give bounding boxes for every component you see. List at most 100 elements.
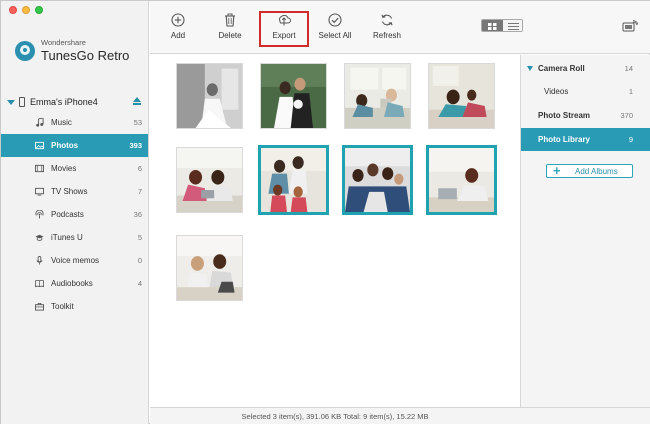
- sidebar-item-music[interactable]: Music 53: [1, 111, 148, 134]
- photo-image: [261, 148, 326, 212]
- status-text: Selected 3 item(s), 391.06 KB Total: 9 i…: [241, 412, 429, 421]
- sidebar-item-voice-memos[interactable]: Voice memos 0: [1, 249, 148, 272]
- brand-company: Wondershare: [41, 38, 86, 47]
- sidebar-item-label: Toolkit: [51, 302, 74, 311]
- microphone-icon: [36, 256, 43, 265]
- sidebar-item-label: Photos: [51, 141, 79, 150]
- export-button[interactable]: Export: [262, 13, 306, 40]
- photo-image: [177, 236, 242, 300]
- photo-icon: [35, 141, 44, 150]
- wifi-connect-icon[interactable]: [622, 20, 638, 32]
- album-label: Camera Roll: [538, 64, 585, 73]
- photo-image: [429, 148, 494, 212]
- sidebar-item-count: 6: [137, 164, 142, 173]
- eject-icon[interactable]: [133, 97, 141, 105]
- sidebar-item-label: TV Shows: [51, 187, 88, 196]
- delete-label: Delete: [218, 31, 242, 40]
- photo-thumbnail-selected[interactable]: [426, 145, 497, 215]
- sidebar-item-podcasts[interactable]: Podcasts 36: [1, 203, 148, 226]
- refresh-label: Refresh: [372, 31, 401, 40]
- refresh-button[interactable]: Refresh: [365, 13, 409, 40]
- sidebar-item-label: Audiobooks: [51, 279, 93, 288]
- tv-icon: [35, 187, 44, 196]
- album-count: 9: [628, 135, 633, 144]
- grid-view-button[interactable]: [482, 20, 503, 31]
- grid-icon: [488, 23, 497, 30]
- sidebar: Wondershare TunesGo Retro Emma's iPhone4…: [1, 1, 149, 424]
- album-label: Photo Stream: [538, 111, 591, 120]
- minimize-window-button[interactable]: [22, 6, 30, 14]
- album-photo-library[interactable]: Photo Library 9: [521, 128, 650, 151]
- photo-image: [261, 64, 326, 128]
- expand-arrow-icon[interactable]: [527, 66, 533, 71]
- toolkit-icon: [35, 302, 44, 311]
- add-button[interactable]: Add: [156, 13, 200, 40]
- device-name: Emma's iPhone4: [30, 97, 98, 107]
- music-note-icon: [36, 118, 44, 127]
- zoom-window-button[interactable]: [35, 6, 43, 14]
- select-all-button[interactable]: Select All: [313, 13, 357, 40]
- sidebar-item-count: 36: [133, 210, 142, 219]
- photo-thumbnail[interactable]: [176, 147, 243, 213]
- sidebar-item-photos[interactable]: Photos 393: [1, 134, 148, 157]
- sidebar-item-label: Music: [51, 118, 72, 127]
- sidebar-item-label: Voice memos: [51, 256, 100, 265]
- photo-thumbnail[interactable]: [176, 235, 243, 301]
- app-window: Wondershare TunesGo Retro Emma's iPhone4…: [0, 0, 650, 424]
- sidebar-item-count: 7: [137, 187, 142, 196]
- photo-thumbnail[interactable]: [344, 63, 411, 129]
- refresh-icon: [381, 14, 393, 26]
- close-window-button[interactable]: [9, 6, 17, 14]
- photo-image: [345, 64, 410, 128]
- status-bar: Selected 3 item(s), 391.06 KB Total: 9 i…: [150, 407, 650, 424]
- expand-arrow-icon[interactable]: [7, 99, 15, 105]
- sidebar-item-count: 0: [137, 256, 142, 265]
- photo-image: [177, 64, 242, 128]
- trash-icon: [225, 13, 235, 27]
- app-logo-icon: [15, 40, 35, 61]
- photo-thumbnail-selected[interactable]: [342, 145, 413, 215]
- photo-thumbnail-selected[interactable]: [258, 145, 329, 215]
- photo-thumbnail[interactable]: [428, 63, 495, 129]
- album-camera-roll[interactable]: Camera Roll 14: [521, 57, 650, 80]
- sidebar-item-count: 393: [129, 141, 142, 150]
- sidebar-item-tv-shows[interactable]: TV Shows 7: [1, 180, 148, 203]
- photo-image: [177, 148, 242, 212]
- photo-image: [429, 64, 494, 128]
- view-toggle[interactable]: [481, 19, 523, 32]
- toolbar: Add Delete Export Select All Refresh: [150, 1, 650, 54]
- window-controls: [9, 6, 43, 14]
- album-count: 14: [624, 64, 633, 73]
- iphone-icon: [19, 97, 25, 107]
- add-icon: [171, 13, 185, 27]
- album-count: 1: [628, 87, 633, 96]
- sidebar-item-movies[interactable]: Movies 6: [1, 157, 148, 180]
- export-icon: [279, 14, 291, 26]
- photo-image: [345, 148, 410, 212]
- export-label: Export: [272, 31, 296, 40]
- add-albums-label: Add Albums: [575, 167, 618, 176]
- device-row[interactable]: Emma's iPhone4: [7, 95, 147, 109]
- delete-button[interactable]: Delete: [208, 13, 252, 40]
- sidebar-item-count: 53: [133, 118, 142, 127]
- book-icon: [35, 279, 44, 288]
- add-albums-button[interactable]: + Add Albums: [546, 163, 633, 178]
- podcast-icon: [35, 210, 44, 219]
- plus-icon: +: [553, 163, 561, 178]
- sidebar-item-audiobooks[interactable]: Audiobooks 4: [1, 272, 148, 295]
- album-photo-stream[interactable]: Photo Stream 370: [521, 104, 650, 127]
- select-all-label: Select All: [318, 31, 352, 40]
- sidebar-item-toolkit[interactable]: Toolkit: [1, 295, 148, 318]
- album-videos[interactable]: Videos 1: [521, 80, 650, 103]
- photo-thumbnail[interactable]: [260, 63, 327, 129]
- photo-grid: [150, 55, 520, 407]
- photo-thumbnail[interactable]: [176, 63, 243, 129]
- sidebar-item-itunes-u[interactable]: iTunes U 5: [1, 226, 148, 249]
- sidebar-nav: Music 53 Photos 393 Movies 6 TV Shows 7 …: [1, 111, 148, 318]
- album-label: Photo Library: [538, 135, 591, 144]
- brand-product: TunesGo Retro: [41, 48, 130, 63]
- checkmark-circle-icon: [328, 13, 342, 27]
- list-icon: [508, 23, 519, 30]
- list-view-button[interactable]: [503, 20, 522, 31]
- sidebar-item-label: Movies: [51, 164, 77, 173]
